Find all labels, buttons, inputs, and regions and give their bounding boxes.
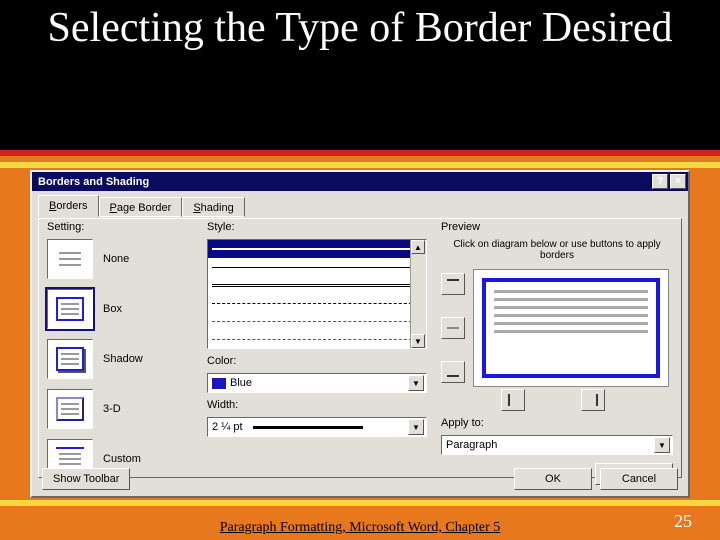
preview-label: Preview [441, 221, 673, 233]
dropdown-arrow-icon: ▼ [654, 437, 670, 453]
style-label: Style: [207, 221, 427, 233]
width-dropdown[interactable]: 2 ¼ pt ▼ [207, 417, 427, 437]
dialog-titlebar: Borders and Shading ? × [32, 172, 688, 191]
setting-none-label: None [103, 253, 129, 265]
scroll-up-icon[interactable]: ▲ [411, 240, 425, 254]
border-bottom-button[interactable] [441, 361, 465, 383]
style-option-double[interactable] [208, 276, 426, 294]
tab-panel: Setting: None Box Shadow 3-D Custom [38, 218, 682, 478]
preview-document-icon [482, 278, 660, 378]
scroll-down-icon[interactable]: ▼ [411, 334, 425, 348]
border-top-button[interactable] [441, 273, 465, 295]
dialog-title: Borders and Shading [38, 176, 149, 188]
style-column: Style: ▲ ▼ Color: Blue ▼ Width: 2 ¼ p [207, 221, 427, 437]
setting-box-icon[interactable] [47, 289, 93, 329]
tab-page-border[interactable]: Page Border [99, 197, 183, 217]
page-number: 25 [674, 511, 692, 532]
cancel-button[interactable]: Cancel [600, 468, 678, 490]
dropdown-arrow-icon: ▼ [408, 375, 424, 391]
border-right-icon [587, 393, 599, 407]
apply-to-dropdown[interactable]: Paragraph ▼ [441, 435, 673, 455]
setting-shadow-icon[interactable] [47, 339, 93, 379]
preview-diagram[interactable] [473, 269, 669, 387]
tab-borders[interactable]: Borders [38, 195, 99, 217]
apply-to-value: Paragraph [446, 439, 497, 451]
width-label: Width: [207, 399, 427, 411]
border-middle-button[interactable] [441, 317, 465, 339]
style-option-solid[interactable] [208, 240, 426, 258]
help-button[interactable]: ? [652, 174, 668, 189]
setting-box-label: Box [103, 303, 122, 315]
border-left-button[interactable] [501, 389, 525, 411]
decor-rule-yellow [0, 500, 720, 506]
close-button[interactable]: × [670, 174, 686, 189]
ok-button[interactable]: OK [514, 468, 592, 490]
tab-bar: Borders Page Border Shading [38, 195, 682, 218]
borders-shading-dialog: Borders and Shading ? × Borders Page Bor… [30, 170, 690, 498]
color-dropdown[interactable]: Blue ▼ [207, 373, 427, 393]
border-right-button[interactable] [581, 389, 605, 411]
preview-hint: Click on diagram below or use buttons to… [441, 239, 673, 261]
style-option-dotted[interactable] [208, 294, 426, 312]
tab-shading[interactable]: Shading [182, 197, 244, 217]
style-option-thin[interactable] [208, 258, 426, 276]
color-label: Color: [207, 355, 427, 367]
show-toolbar-button[interactable]: Show Toolbar [42, 468, 130, 490]
color-value: Blue [230, 377, 252, 389]
preview-column: Preview Click on diagram below or use bu… [441, 221, 673, 485]
setting-label: Setting: [47, 221, 197, 233]
setting-column: Setting: None Box Shadow 3-D Custom [47, 221, 197, 489]
style-option-dashed-wide[interactable] [208, 330, 426, 348]
decor-rule-yellow [0, 162, 720, 168]
border-mid-icon [446, 322, 460, 334]
width-value: 2 ¼ pt [212, 421, 243, 433]
border-left-icon [507, 393, 519, 407]
setting-3d-icon[interactable] [47, 389, 93, 429]
slide-title: Selecting the Type of Border Desired [0, 0, 720, 51]
dropdown-arrow-icon: ▼ [408, 419, 424, 435]
style-scrollbar[interactable]: ▲ ▼ [410, 240, 426, 348]
apply-to-label: Apply to: [441, 417, 673, 429]
width-sample-icon [253, 426, 363, 429]
color-swatch-icon [212, 378, 226, 389]
footer-caption: Paragraph Formatting, Microsoft Word, Ch… [0, 520, 720, 536]
setting-shadow-label: Shadow [103, 353, 143, 365]
setting-3d-label: 3-D [103, 403, 121, 415]
setting-none-icon[interactable] [47, 239, 93, 279]
border-top-icon [446, 278, 460, 290]
style-listbox[interactable]: ▲ ▼ [207, 239, 427, 349]
setting-custom-label: Custom [103, 453, 141, 465]
border-bottom-icon [446, 366, 460, 378]
style-option-dashed[interactable] [208, 312, 426, 330]
